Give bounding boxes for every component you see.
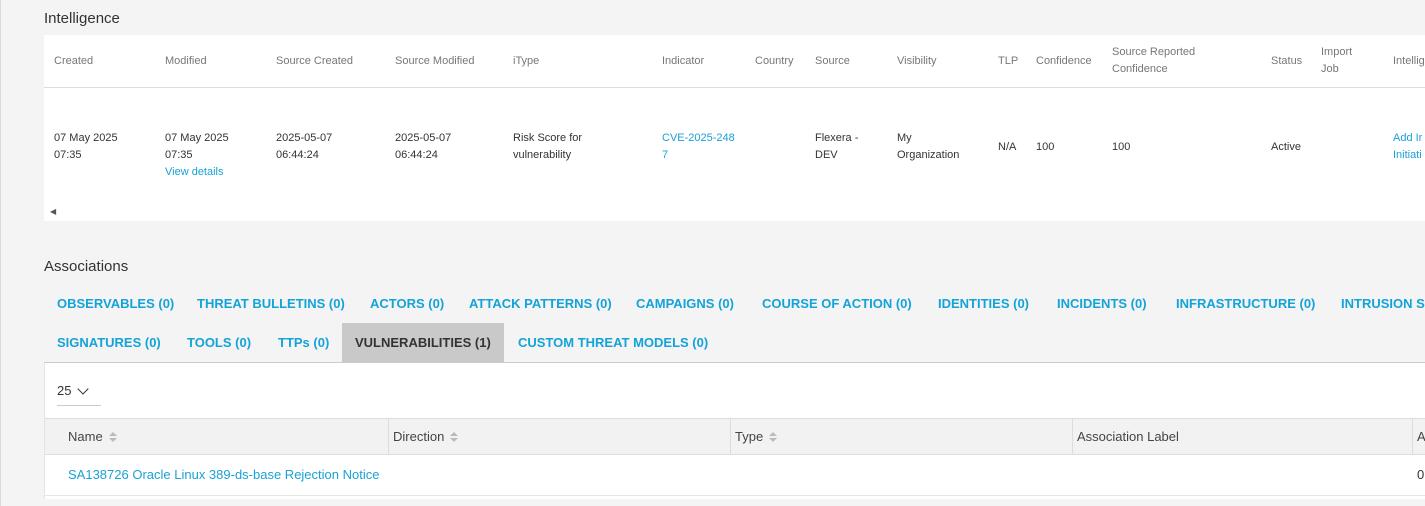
col-source-reported-confidence-line1: Source Reported: [1112, 46, 1196, 58]
cell-status: Active: [1271, 141, 1301, 153]
cell-source-modified: 2025-05-07 06:44:24: [395, 130, 451, 164]
col-modified[interactable]: Modified: [165, 35, 207, 87]
page-size-select[interactable]: 25: [57, 382, 90, 398]
intelligence-table-header: Created Modified Source Created Source M…: [44, 35, 1425, 88]
associations-grid-header: Name Direction Type Association Label A: [45, 418, 1425, 455]
col-source-created[interactable]: Source Created: [276, 35, 353, 87]
col-import-job-line2: Job: [1321, 63, 1339, 75]
tab-incidents[interactable]: INCIDENTS (0): [1044, 284, 1160, 323]
cell-visibility-line1: My: [897, 132, 912, 144]
cell-visibility-line2: Organization: [897, 149, 960, 161]
associations-section-title: Associations: [44, 258, 129, 275]
cell-created-time: 07:35: [54, 149, 82, 161]
col-itype[interactable]: iType: [513, 35, 539, 87]
tab-course-of-action[interactable]: COURSE OF ACTION (0): [749, 284, 925, 323]
vulnerability-name-link[interactable]: SA138726 Oracle Linux 389-ds-base Reject…: [68, 467, 379, 482]
cell-itype-line2: vulnerability: [513, 149, 572, 161]
tab-actors[interactable]: ACTORS (0): [357, 284, 457, 323]
cell-itype-line1: Risk Score for: [513, 132, 583, 144]
col-source-reported-confidence[interactable]: Source Reported Confidence: [1112, 35, 1195, 87]
col-status[interactable]: Status: [1271, 35, 1302, 87]
col-country[interactable]: Country: [755, 35, 794, 87]
col-type-label: Type: [735, 429, 764, 444]
col-intelligence[interactable]: Intellig: [1393, 35, 1425, 87]
tab-identities[interactable]: IDENTITIES (0): [925, 284, 1042, 323]
cell-source-line1: Flexera -: [815, 132, 859, 144]
col-source[interactable]: Source: [815, 35, 850, 87]
sort-icon[interactable]: [108, 431, 117, 442]
tab-attack-patterns[interactable]: ATTACK PATTERNS (0): [456, 284, 625, 323]
row-extra-value: 0: [1417, 467, 1425, 482]
column-divider[interactable]: [1072, 419, 1073, 454]
cell-source-created-time: 06:44:24: [276, 149, 319, 161]
cell-indicator: CVE-2025-248 7: [662, 130, 735, 164]
tab-vulnerabilities[interactable]: VULNERABILITIES (1): [342, 323, 504, 362]
col-association-label[interactable]: Association Label: [1077, 419, 1179, 454]
indicator-link-line2[interactable]: 7: [662, 147, 735, 164]
cell-source-modified-date: 2025-05-07: [395, 132, 452, 144]
intelligence-table: Created Modified Source Created Source M…: [44, 35, 1425, 221]
tab-threat-bulletins[interactable]: THREAT BULLETINS (0): [184, 284, 358, 323]
tab-intrusion-sets[interactable]: INTRUSION S: [1328, 284, 1425, 323]
tab-signatures[interactable]: SIGNATURES (0): [44, 323, 174, 362]
column-divider[interactable]: [1412, 419, 1413, 454]
col-import-job-line1: Import: [1321, 46, 1353, 58]
tab-ttps[interactable]: TTPs (0): [265, 323, 342, 362]
scroll-left-arrow-icon[interactable]: ◀: [50, 207, 56, 216]
cell-intelligence: Add Ir Initiati: [1393, 130, 1422, 164]
col-indicator[interactable]: Indicator: [662, 35, 704, 87]
tab-campaigns[interactable]: CAMPAIGNS (0): [623, 284, 747, 323]
column-divider[interactable]: [388, 419, 389, 454]
col-direction-label: Direction: [393, 429, 445, 444]
view-details-link[interactable]: View details: [165, 164, 229, 181]
cell-source-created: 2025-05-07 06:44:24: [276, 130, 332, 164]
page-size-underline: [57, 405, 101, 406]
cell-source-line2: DEV: [815, 149, 838, 161]
indicator-link-line1[interactable]: CVE-2025-248: [662, 130, 735, 147]
initiative-link[interactable]: Initiati: [1393, 147, 1422, 164]
cell-source-modified-time: 06:44:24: [395, 149, 438, 161]
tab-observables[interactable]: OBSERVABLES (0): [44, 284, 187, 323]
sort-icon[interactable]: [769, 431, 778, 442]
cell-source: Flexera - DEV: [815, 130, 858, 164]
col-created[interactable]: Created: [54, 35, 93, 87]
cell-confidence: 100: [1036, 141, 1055, 153]
intelligence-section-title: Intelligence: [44, 10, 120, 27]
col-type[interactable]: Type: [735, 419, 778, 454]
add-intelligence-link[interactable]: Add Ir: [1393, 130, 1422, 147]
table-row: SA138726 Oracle Linux 389-ds-base Reject…: [45, 455, 1425, 496]
cell-created: 07 May 2025 07:35: [54, 130, 118, 164]
col-name[interactable]: Name: [68, 419, 117, 454]
tab-tools[interactable]: TOOLS (0): [174, 323, 264, 362]
intelligence-row: 07 May 2025 07:35 07 May 2025 07:35 View…: [44, 88, 1425, 206]
col-source-reported-confidence-line2: Confidence: [1112, 63, 1168, 75]
page-size-value: 25: [57, 383, 72, 398]
cell-source-created-date: 2025-05-07: [276, 132, 333, 144]
col-import-job[interactable]: Import Job: [1321, 35, 1352, 87]
col-name-label: Name: [68, 429, 103, 444]
cell-source-reported-confidence: 100: [1112, 141, 1131, 153]
sort-icon[interactable]: [450, 431, 459, 442]
tab-custom-threat-models[interactable]: CUSTOM THREAT MODELS (0): [505, 323, 721, 362]
cell-modified-time: 07:35: [165, 149, 193, 161]
col-tlp[interactable]: TLP: [998, 35, 1018, 87]
col-visibility[interactable]: Visibility: [897, 35, 937, 87]
chevron-down-icon: [77, 382, 90, 395]
cell-itype: Risk Score for vulnerability: [513, 130, 582, 164]
vulnerabilities-panel: 25 Name Direction Type Association Label…: [44, 363, 1425, 499]
tab-infrastructure[interactable]: INFRASTRUCTURE (0): [1163, 284, 1328, 323]
col-source-modified[interactable]: Source Modified: [395, 35, 475, 87]
cell-tlp: N/A: [998, 141, 1017, 153]
col-direction[interactable]: Direction: [393, 419, 459, 454]
column-divider[interactable]: [730, 419, 731, 454]
cell-modified: 07 May 2025 07:35 View details: [165, 130, 229, 181]
cell-modified-date: 07 May 2025: [165, 132, 229, 144]
page-left-border: [0, 0, 1, 506]
col-extra[interactable]: A: [1417, 419, 1425, 454]
col-confidence[interactable]: Confidence: [1036, 35, 1092, 87]
cell-created-date: 07 May 2025: [54, 132, 118, 144]
cell-visibility: My Organization: [897, 130, 959, 164]
